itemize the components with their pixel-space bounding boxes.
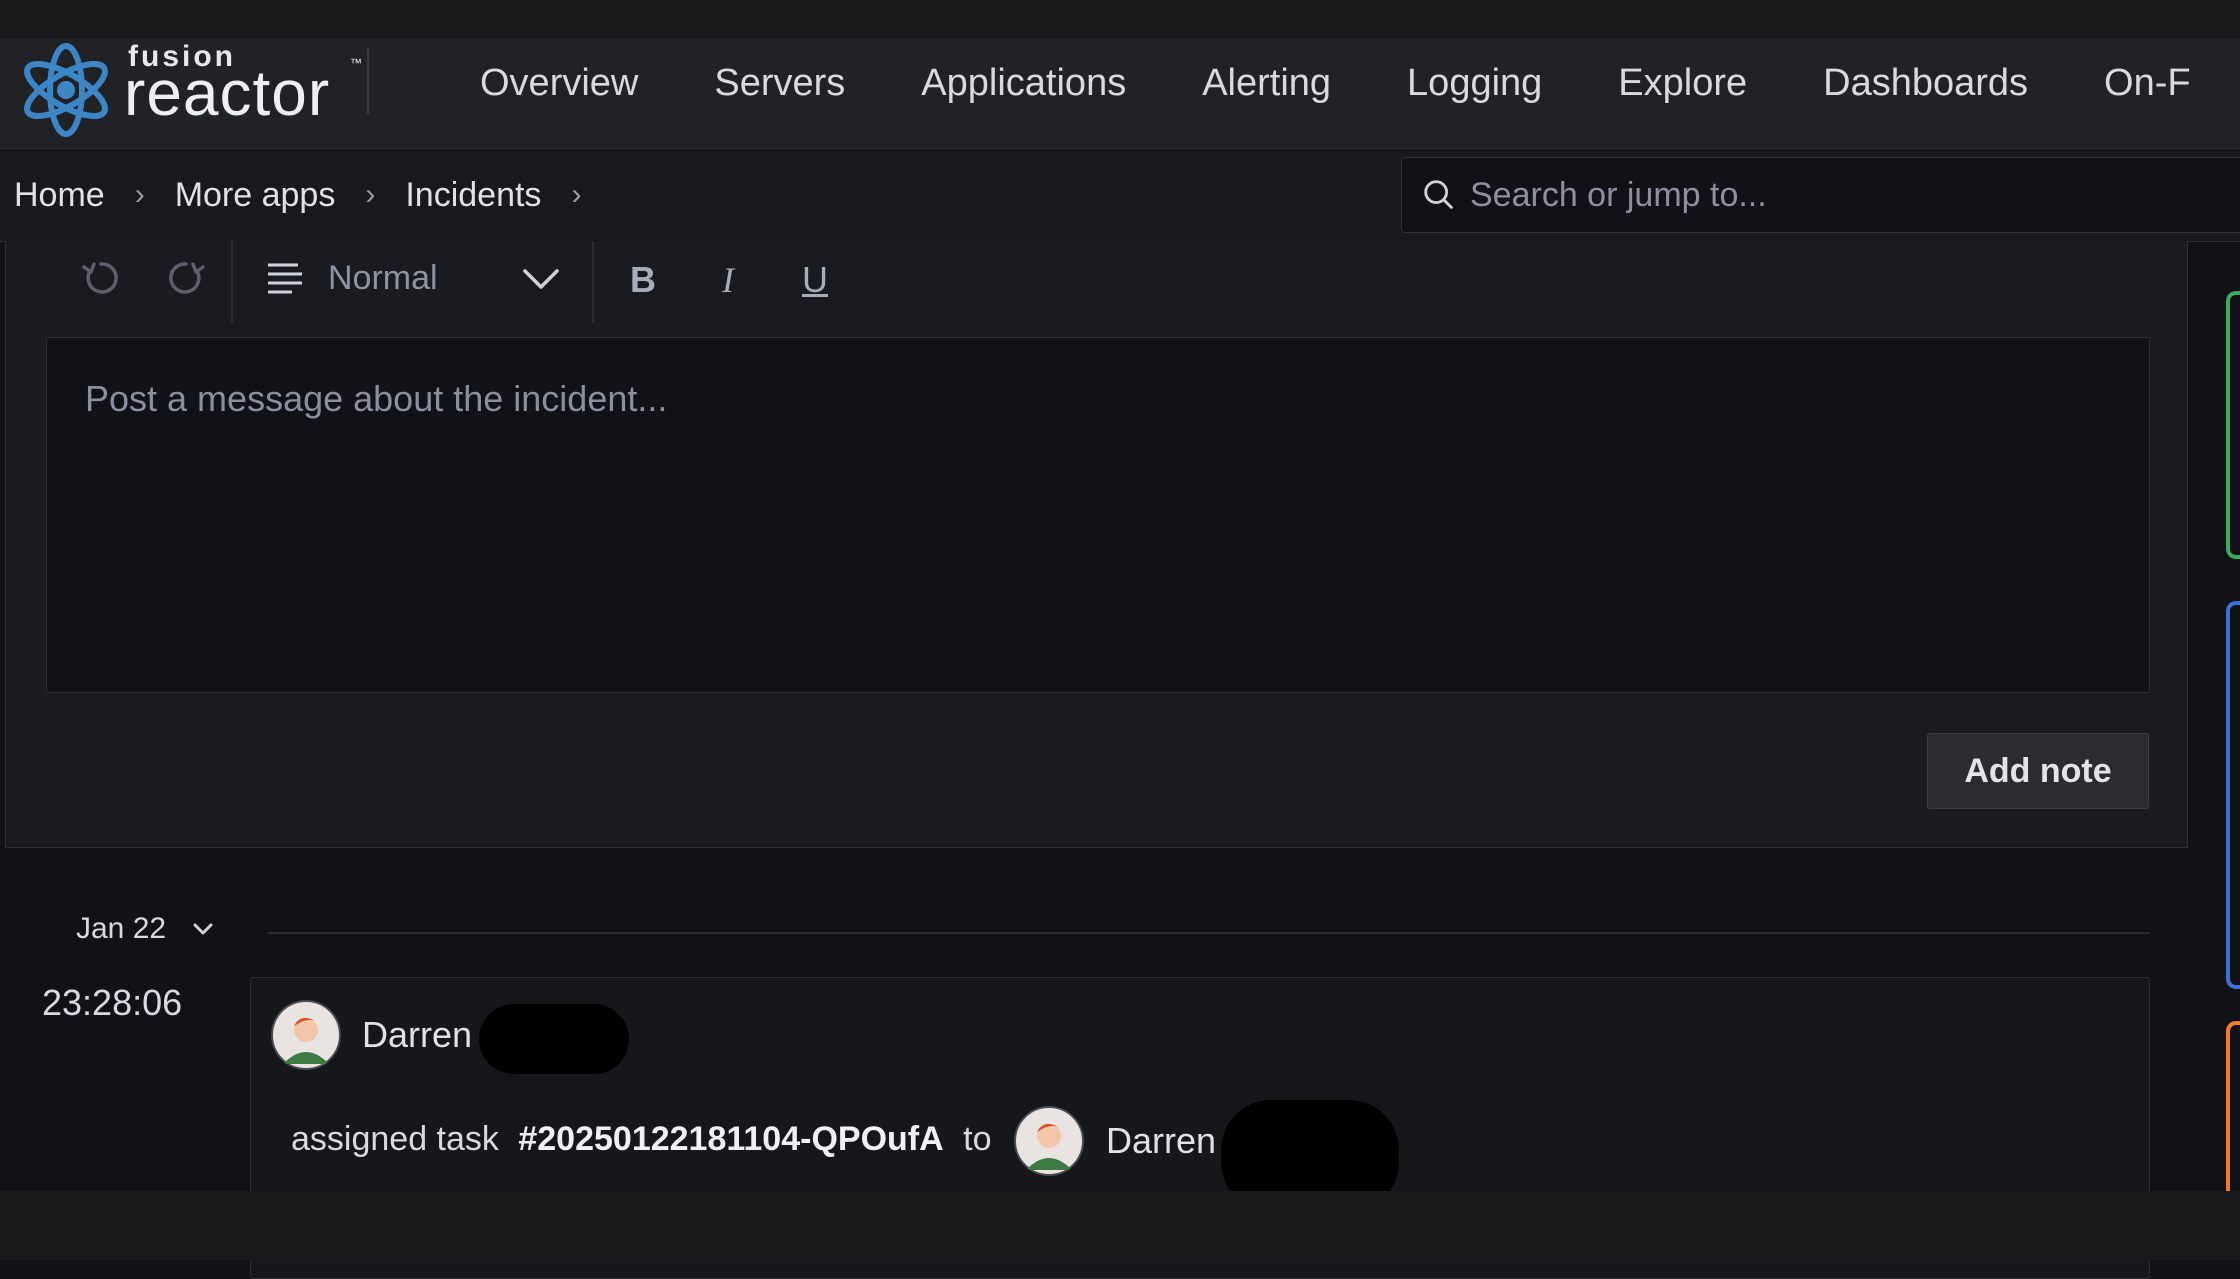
- user-avatar-icon: [1014, 1106, 1084, 1176]
- user-avatar-icon: [271, 1000, 341, 1070]
- nav-overview[interactable]: Overview: [480, 62, 638, 105]
- redo-icon[interactable]: [161, 253, 211, 303]
- text-format-icon[interactable]: [264, 257, 306, 299]
- logo-text-reactor: reactor: [124, 57, 331, 129]
- chevron-down-icon: [193, 923, 213, 935]
- breadcrumb-chevron-icon: ›: [571, 178, 582, 211]
- atom-logo-icon: [24, 43, 108, 137]
- nav-links: Overview Servers Applications Alerting L…: [480, 38, 2240, 128]
- nav-explore[interactable]: Explore: [1618, 62, 1747, 105]
- date-group-toggle[interactable]: Jan 22: [76, 912, 218, 946]
- breadcrumb-home[interactable]: Home: [14, 176, 105, 215]
- undo-icon[interactable]: [76, 253, 126, 303]
- redaction-mark: [479, 1004, 629, 1074]
- status-bar-green: [2226, 291, 2240, 559]
- logo-trademark: ™: [350, 56, 362, 70]
- event-description: assigned task #20250122181104-QPOufA to: [291, 1120, 991, 1159]
- status-bar-blue: [2226, 601, 2240, 989]
- nav-dashboards[interactable]: Dashboards: [1823, 62, 2028, 105]
- breadcrumb-incidents[interactable]: Incidents: [405, 176, 541, 215]
- message-textarea[interactable]: Post a message about the incident...: [46, 337, 2150, 693]
- assignee-avatar[interactable]: [1014, 1106, 1084, 1176]
- note-editor-card: Normal B I U Post a message about the in…: [5, 241, 2188, 848]
- breadcrumb-chevron-icon: ›: [365, 178, 376, 211]
- logo-divider: [367, 48, 369, 114]
- toolbar-divider: [592, 241, 594, 323]
- search-input[interactable]: Search or jump to...: [1401, 157, 2240, 233]
- breadcrumb-chevron-icon: ›: [134, 178, 145, 211]
- nav-logging[interactable]: Logging: [1407, 62, 1542, 105]
- top-navbar: fusion reactor ™ Overview Servers Applic…: [0, 38, 2240, 149]
- date-divider: [268, 932, 2150, 934]
- editor-toolbar: Normal B I U: [6, 241, 2187, 327]
- nav-applications[interactable]: Applications: [921, 62, 1126, 105]
- event-action: assigned task: [291, 1120, 499, 1158]
- assignee-name: Darren: [1106, 1120, 1217, 1161]
- nav-alerting[interactable]: Alerting: [1202, 62, 1331, 105]
- chevron-down-icon[interactable]: [519, 261, 563, 297]
- add-note-button[interactable]: Add note: [1927, 733, 2149, 809]
- date-label: Jan 22: [76, 912, 167, 945]
- italic-button[interactable]: I: [722, 259, 734, 301]
- nav-on-f[interactable]: On-F: [2104, 62, 2191, 105]
- task-id-link[interactable]: #20250122181104-QPOufA: [518, 1120, 943, 1158]
- event-action-to: to: [963, 1120, 992, 1158]
- breadcrumb: Home › More apps › Incidents ›: [14, 149, 611, 241]
- window-top-strip: [0, 0, 2240, 38]
- search-placeholder: Search or jump to...: [1470, 175, 1767, 214]
- fusionreactor-logo[interactable]: fusion reactor ™: [16, 38, 362, 148]
- right-status-rail: [2190, 241, 2240, 1225]
- breadcrumb-more-apps[interactable]: More apps: [175, 176, 336, 215]
- message-placeholder: Post a message about the incident...: [85, 378, 668, 419]
- event-author: Darren: [362, 1014, 473, 1055]
- event-timestamp: 23:28:06: [42, 982, 183, 1023]
- bold-button[interactable]: B: [630, 259, 656, 301]
- search-icon: [1424, 180, 1453, 209]
- avatar[interactable]: [271, 1000, 341, 1070]
- breadcrumb-bar: Home › More apps › Incidents › Search or…: [0, 149, 2240, 242]
- nav-servers[interactable]: Servers: [714, 62, 845, 105]
- window-bottom-strip: [0, 1191, 2240, 1260]
- format-select[interactable]: Normal: [328, 259, 438, 298]
- underline-button[interactable]: U: [802, 259, 828, 301]
- toolbar-divider: [231, 241, 233, 323]
